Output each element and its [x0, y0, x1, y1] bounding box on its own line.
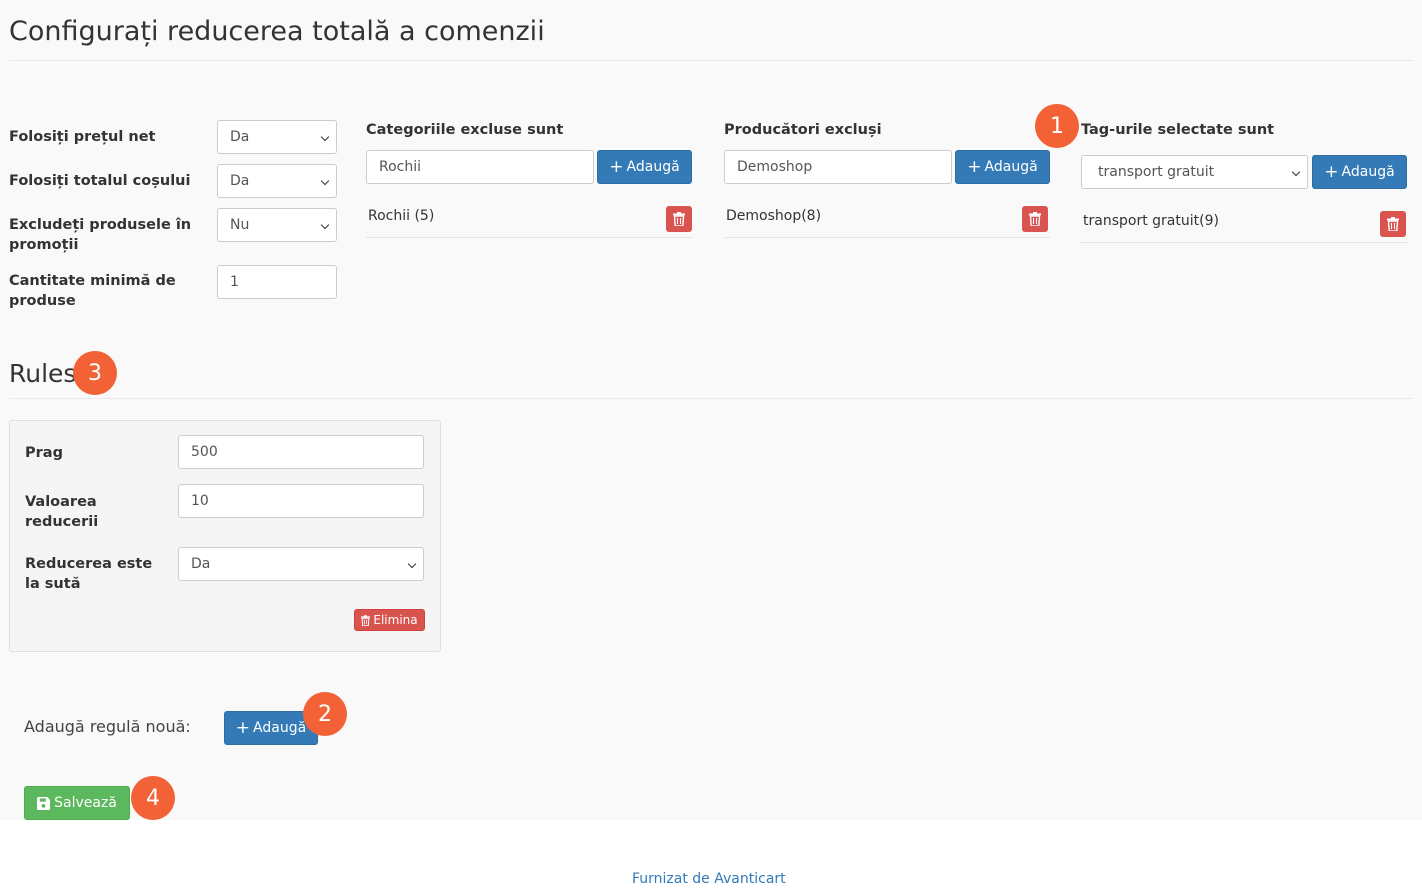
percent-value: Da	[191, 556, 211, 572]
tags-select-value: transport gratuit	[1098, 164, 1215, 180]
rule-panel: Prag 500 Valoarea reducerii 10 Reducerea…	[9, 420, 441, 652]
use-net-price-value: Da	[230, 129, 250, 145]
save-label: Salvează	[54, 795, 117, 811]
percent-select[interactable]: Da	[178, 547, 424, 581]
use-cart-total-label: Folosiți totalul coșului	[9, 173, 191, 189]
tags-add-button[interactable]: + Adaugă	[1312, 155, 1407, 189]
tag-delete-button[interactable]	[1380, 211, 1406, 237]
category-item: Rochii (5)	[368, 208, 435, 224]
threshold-input[interactable]: 500	[178, 435, 424, 469]
tags-add-label: Adaugă	[1341, 164, 1395, 180]
tag-item: transport gratuit(9)	[1083, 213, 1219, 229]
categories-add-button[interactable]: + Adaugă	[597, 150, 692, 184]
annotation-badge-2: 2	[303, 692, 347, 736]
use-net-price-select[interactable]: Da	[217, 120, 337, 154]
manufacturers-add-label: Adaugă	[984, 159, 1038, 175]
tags-heading: Tag-urile selectate sunt	[1081, 122, 1275, 138]
exclude-promo-label: Excludeți produsele în promoții	[9, 217, 192, 253]
use-net-price-label: Folosiți prețul net	[9, 129, 156, 145]
page-title: Configurați reducerea totală a comenzii	[9, 16, 545, 47]
category-divider	[366, 237, 693, 238]
plus-icon: +	[967, 156, 982, 177]
use-cart-total-select[interactable]: Da	[217, 164, 337, 198]
categories-input-value: Rochii	[379, 159, 422, 175]
manufacturers-input-value: Demoshop	[737, 159, 813, 175]
annotation-badge-1: 1	[1035, 104, 1079, 148]
manufacturers-add-button[interactable]: + Adaugă	[955, 150, 1050, 184]
tag-divider	[1081, 242, 1407, 243]
category-delete-button[interactable]	[666, 206, 692, 232]
annotation-badge-4: 4	[131, 776, 175, 820]
title-divider	[9, 60, 1413, 61]
trash-icon	[361, 614, 371, 626]
manufacturers-heading: Producători excluși	[724, 122, 882, 138]
categories-input[interactable]: Rochii	[366, 150, 594, 184]
footer-link[interactable]: Furnizat de Avanticart	[632, 871, 786, 887]
plus-icon: +	[1324, 161, 1339, 182]
annotation-badge-3: 3	[73, 351, 117, 395]
remove-rule-button[interactable]: Elimina	[354, 609, 425, 631]
exclude-promo-select[interactable]: Nu	[217, 208, 337, 242]
floppy-disk-icon	[37, 796, 51, 810]
manufacturers-input[interactable]: Demoshop	[724, 150, 952, 184]
percent-label: Reducerea este la sută	[25, 556, 153, 592]
remove-rule-label: Elimina	[373, 613, 418, 627]
new-rule-label: Adaugă regulă nouă:	[24, 717, 191, 736]
save-button[interactable]: Salvează	[24, 786, 130, 820]
plus-icon: +	[235, 717, 251, 738]
min-qty-label: Cantitate minimă de produse	[9, 273, 176, 309]
min-qty-input[interactable]: 1	[217, 265, 337, 299]
tags-select[interactable]: transport gratuit	[1081, 155, 1308, 189]
discount-value-label: Valoarea reducerii	[25, 494, 99, 530]
min-qty-value: 1	[230, 274, 239, 290]
trash-icon	[673, 212, 685, 226]
use-cart-total-value: Da	[230, 173, 250, 189]
discount-value-input[interactable]: 10	[178, 484, 424, 518]
exclude-promo-value: Nu	[230, 217, 250, 233]
rules-heading: Rules	[9, 359, 77, 388]
categories-add-label: Adaugă	[626, 159, 680, 175]
manufacturer-delete-button[interactable]	[1022, 206, 1048, 232]
plus-icon: +	[609, 156, 624, 177]
rules-divider	[9, 398, 1413, 399]
threshold-label: Prag	[25, 445, 63, 461]
manufacturer-divider	[724, 237, 1050, 238]
add-rule-label: Adaugă	[253, 720, 307, 736]
trash-icon	[1029, 212, 1041, 226]
discount-value: 10	[191, 493, 209, 509]
manufacturer-item: Demoshop(8)	[726, 208, 822, 224]
threshold-value: 500	[191, 444, 218, 460]
categories-heading: Categoriile excluse sunt	[366, 122, 564, 138]
trash-icon	[1387, 217, 1399, 231]
